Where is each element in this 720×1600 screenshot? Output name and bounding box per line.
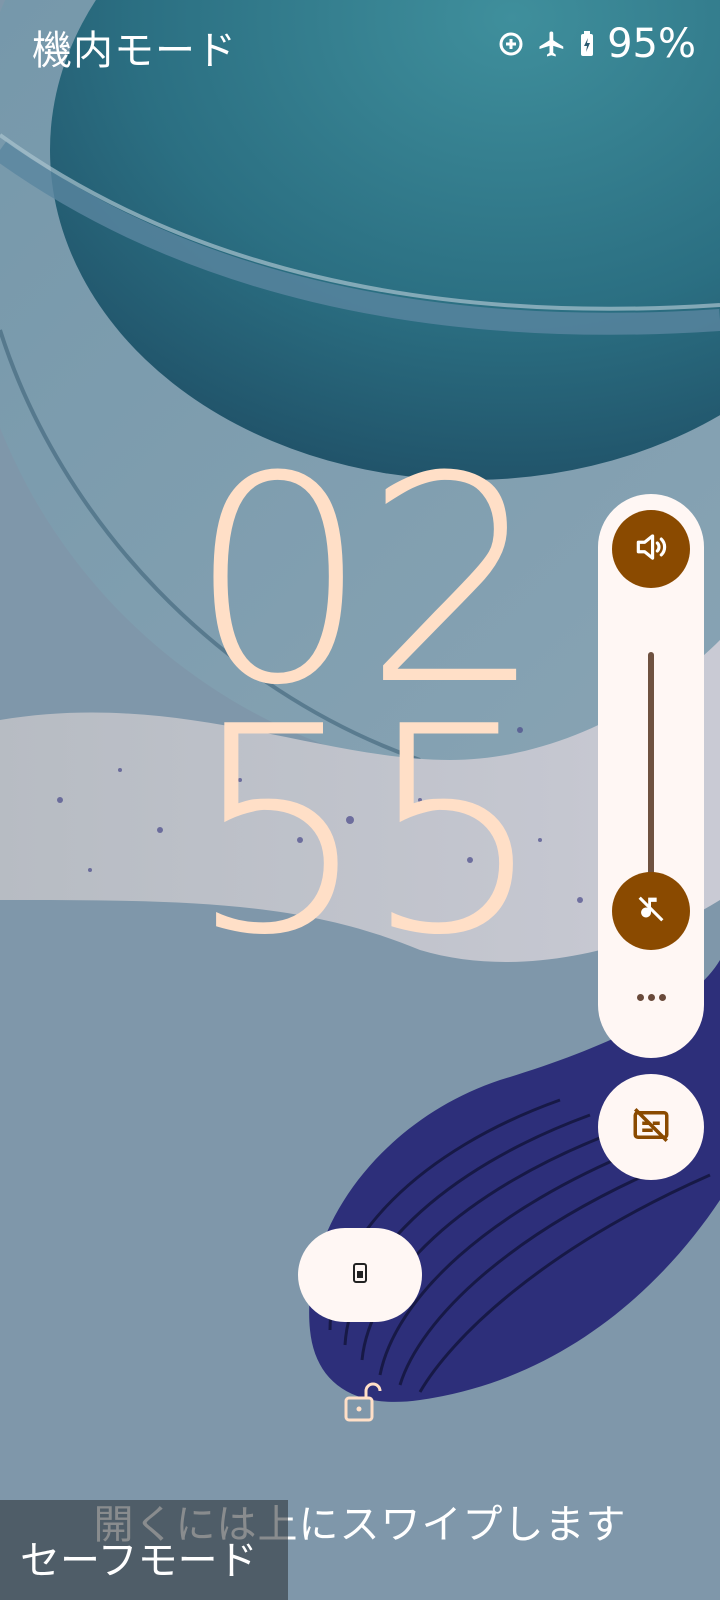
- volume-slider[interactable]: [648, 652, 654, 884]
- more-button[interactable]: [598, 982, 704, 1012]
- mute-icon: [634, 892, 668, 930]
- safe-mode-badge: セーフモード: [0, 1500, 288, 1600]
- volume-button[interactable]: [612, 510, 690, 588]
- phone-icon: [353, 1263, 367, 1287]
- airplane-mode-icon: [537, 29, 567, 59]
- clock-minutes: 55: [188, 666, 545, 998]
- lockscreen-shortcut[interactable]: [298, 1228, 422, 1322]
- lockscreen-clock: 02 55: [180, 440, 545, 975]
- captions-button[interactable]: [598, 1074, 704, 1180]
- more-icon: [636, 993, 644, 1001]
- ringer-mute-button[interactable]: [612, 872, 690, 950]
- status-bar: 機内モード 95%: [0, 0, 720, 92]
- battery-percent: 95%: [607, 21, 696, 67]
- captions-off-icon: [630, 1104, 672, 1150]
- volume-icon: [632, 528, 670, 570]
- safe-mode-label: セーフモード: [20, 1538, 258, 1584]
- status-icons: 95%: [497, 14, 696, 74]
- airplane-mode-label: 機内モード: [32, 28, 237, 74]
- battery-charging-icon: [579, 30, 595, 58]
- data-saver-icon: [497, 30, 525, 58]
- unlock-icon: [342, 1380, 386, 1424]
- volume-panel: [598, 494, 704, 1058]
